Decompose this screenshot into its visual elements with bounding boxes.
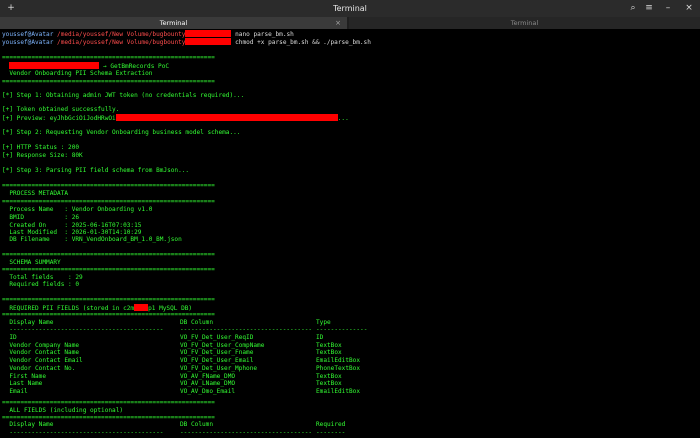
pii-type: TextBox [316,349,342,357]
prompt-path: /media/youssef/New Volume/bugbounty [57,39,186,46]
redacted-block [9,62,100,69]
table-rule: -------- [316,429,346,436]
pii-display-name: Vendor Contact Email [2,357,83,365]
pii-type: TextBox [316,341,342,349]
table-rule: ------------------------------------ [180,429,313,436]
pii-type: TextBox [316,372,342,380]
tab-terminal-1[interactable]: Terminal × [0,17,347,29]
prompt-line: youssef@Avatar /media/youssef/New Volume… [2,38,371,47]
token-preview: [+] Preview: eyJhbGciOiJodHRwOi... [2,114,349,123]
search-icon[interactable]: ⌕ [627,3,639,14]
tab-terminal-2[interactable]: Terminal [349,17,700,29]
prompt-user: youssef@Avatar [2,39,54,46]
minimize-icon[interactable]: – [662,3,674,14]
step-3: [*] Step 3: Parsing PII field schema fro… [2,167,190,174]
pii-db-column: VO_FV_Det_User_Mphone [180,364,258,372]
separator: ========================================… [2,296,215,303]
separator: ========================================… [2,266,215,273]
pii-display-name: Last Name [2,380,43,388]
separator: ========================================… [2,311,215,318]
pii-db-column: VO_AV_FName_DMO [180,372,236,380]
redacted-block [115,114,338,121]
tab-bar: Terminal × Terminal [0,17,700,29]
response-size: [+] Response Size: 80K [2,152,83,159]
window-title: Terminal [333,4,367,13]
prompt-command: nano parse_bm.sh [231,31,294,38]
pii-db-column: VO_AV_LName_DMO [180,380,236,388]
menu-icon[interactable]: ≡ [643,3,655,14]
step-2: [*] Step 2: Requesting Vendor Onboarding… [2,129,241,136]
summary-line: Required fields : 0 [2,281,80,288]
separator: ========================================… [2,78,215,85]
poc-subheader: Vendor Onboarding PII Schema Extraction [2,70,153,77]
prompt-command: chmod +x parse_bm.sh && ./parse_bm.sh [231,39,371,46]
pii-type: EmailEditBox [316,387,361,395]
terminal-output[interactable]: youssef@Avatar /media/youssef/New Volume… [0,29,700,438]
step-1: [*] Step 1: Obtaining admin JWT token (n… [2,92,245,99]
meta-line: Process Name : Vendor Onboarding v1.0 [2,206,153,213]
poc-header-text: → GetBmRecords PoC [99,63,170,70]
pii-db-column: VO_FV_Det_User_Fname [180,349,254,357]
pii-type: EmailEditBox [316,357,361,365]
pii-display-name: Vendor Contact No. [2,364,76,372]
prompt-path: /media/youssef/New Volume/bugbounty [57,31,186,38]
redacted-block [185,38,232,45]
table-rule: ------------------------------------ [180,326,313,333]
section-title: PROCESS METADATA [2,190,69,197]
tab-label: Terminal [159,19,188,27]
tab-label: Terminal [510,19,539,27]
separator: ========================================… [2,182,215,189]
redacted-block [185,30,232,37]
redacted-block [134,304,149,311]
separator: ========================================… [2,251,215,258]
pii-db-column: VO_AV_Dmo_Email [180,387,236,395]
table-rule: ----------------------------------------… [2,429,164,436]
close-tab-icon[interactable]: × [335,17,341,29]
pii-db-column: VO_FV_Det_User_Email [180,357,254,365]
table-rule: -------------- [316,326,368,333]
pii-type: ID [316,334,324,341]
meta-line: BMID : 26 [2,214,80,221]
prompt-user: youssef@Avatar [2,31,54,38]
pii-type: TextBox [316,380,342,388]
preview-prefix: [+] Preview: eyJhbGciOiJodHRwOi [2,115,116,122]
pii-display-name: Vendor Contact Name [2,349,80,357]
pii-type: PhoneTextBox [316,364,361,372]
pii-display-name: Email [2,387,28,395]
pii-display-name: Vendor Company Name [2,341,80,349]
separator: ========================================… [2,198,215,205]
pii-db-column: VO_FV_Det_User_ReqID [180,334,254,341]
pii-display-name: ID [2,334,17,341]
meta-line: DB Filename : VRN_VendOnboard_BM_1.0_BM.… [2,236,182,243]
table-header: DB Column [180,421,214,428]
pii-db-column: VO_FV_Det_User_CompName [180,341,265,349]
token-ok: [+] Token obtained successfully. [2,106,120,113]
pii-display-name: First Name [2,372,47,380]
separator: ========================================… [2,399,215,406]
http-status: [+] HTTP Status : 200 [2,144,80,151]
table-header: Display Name [2,421,54,428]
close-window-icon[interactable]: × [683,3,695,14]
table-header: Required [316,421,346,428]
table-rule: ----------------------------------------… [2,326,164,333]
separator: ========================================… [2,54,215,61]
window-titlebar: + Terminal ⌕ ≡ – × [0,0,700,17]
preview-suffix: ... [337,115,349,122]
